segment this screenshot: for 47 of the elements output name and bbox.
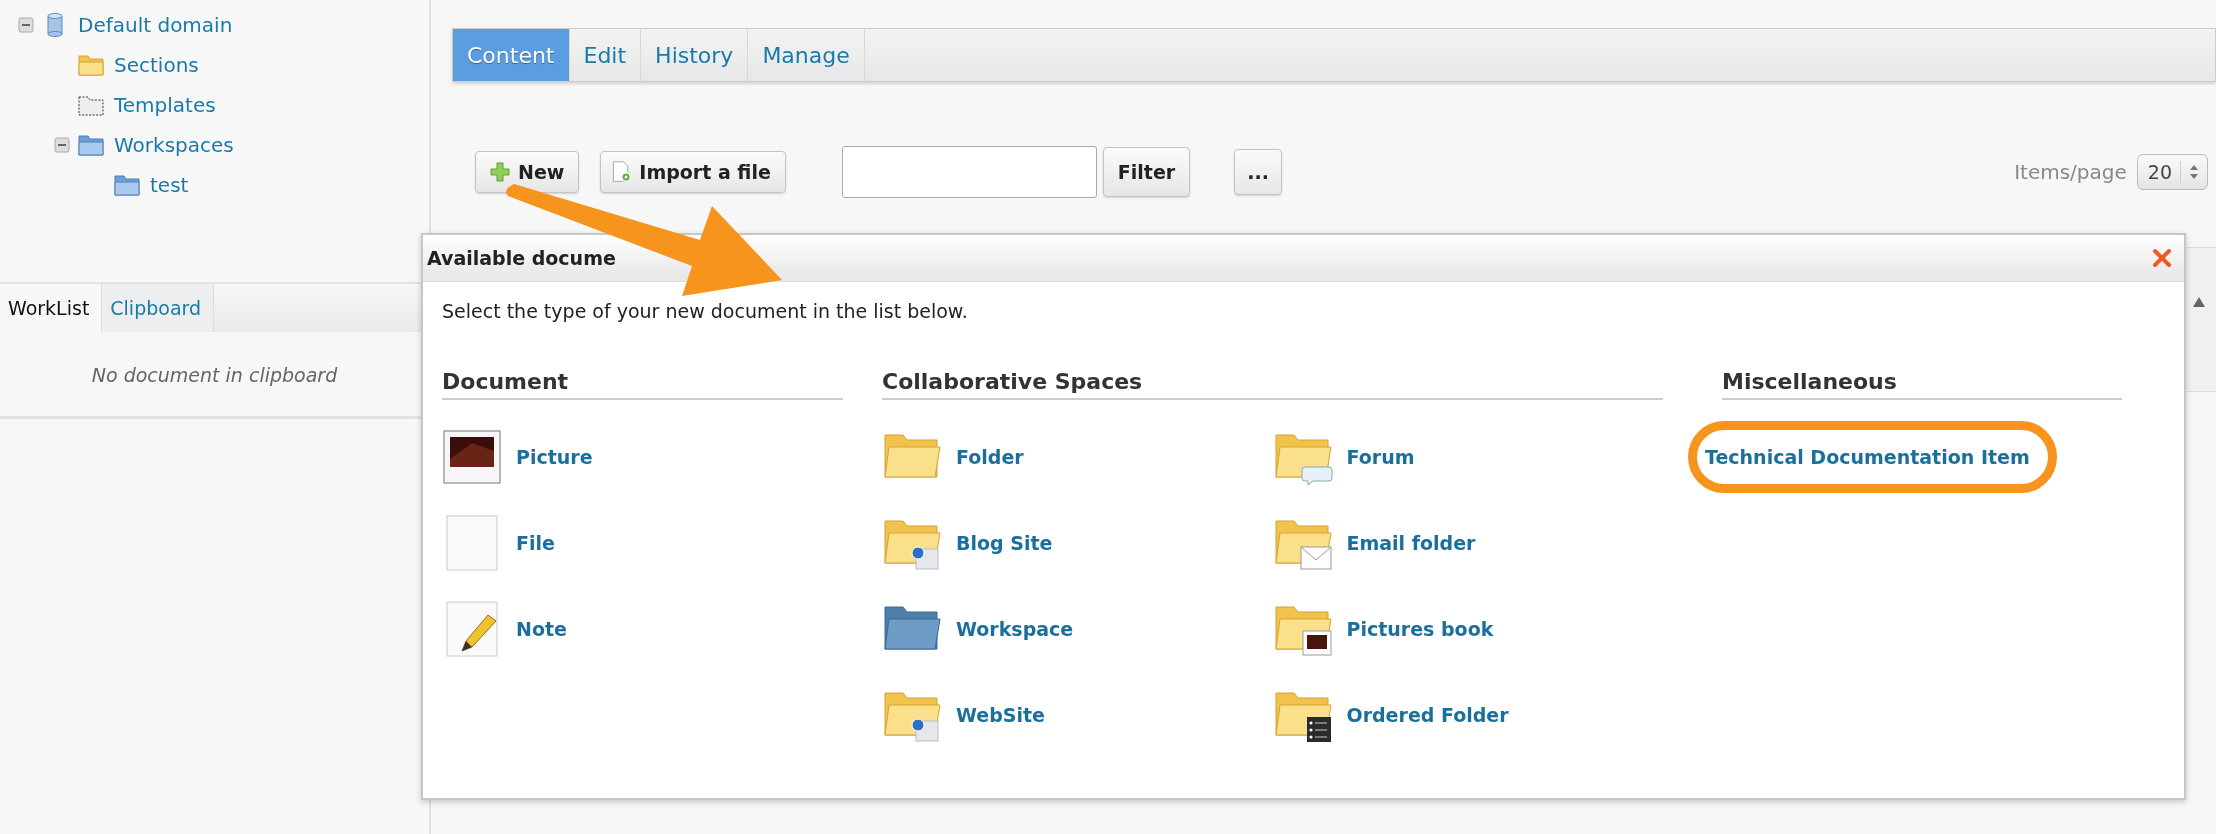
document-type-link[interactable]: Blog Site [956,532,1053,554]
document-type-link[interactable]: File [516,532,555,554]
collapse-icon[interactable] [18,17,34,33]
empty-message: No document in clipboard [90,363,339,388]
group-heading: Document [442,369,843,400]
tree-item[interactable]: Sections [114,53,199,77]
import-button[interactable]: Import a file [600,151,786,193]
document-type-link[interactable]: Note [516,618,567,640]
document-type-link[interactable]: WebSite [956,704,1045,726]
new-button[interactable]: New [475,151,580,193]
spinner-icon [2189,163,2199,181]
document-type-link[interactable]: Folder [956,446,1024,468]
page-add-icon [611,161,632,183]
document-type-link[interactable]: Ordered Folder [1346,704,1509,726]
tab[interactable]: Edit [569,29,642,81]
collapse-icon[interactable] [54,137,70,153]
dialog-title: Available docume [427,247,616,269]
close-icon[interactable] [2152,248,2172,268]
items-per-page-select[interactable]: 20 [2136,154,2208,190]
document-type-link[interactable]: Email folder [1346,532,1476,554]
group-heading: Miscellaneous [1722,369,2122,400]
tree-item[interactable]: test [150,173,189,197]
document-type-link[interactable]: Workspace [956,618,1074,640]
document-type-link[interactable]: Forum [1346,446,1415,468]
group-heading: Collaborative Spaces [882,369,1663,400]
picture-icon [442,429,502,485]
tab[interactable]: History [641,29,749,81]
tree-item[interactable]: Default domain [78,13,233,37]
document-type-link[interactable]: Technical Documentation Item [1705,446,2030,468]
filter-button[interactable]: Filter [1102,147,1191,197]
tab[interactable]: Manage [748,29,865,81]
folder-icon [76,132,106,158]
plus-icon [490,161,510,183]
folder-icon [76,52,106,78]
sort-up-icon[interactable] [2192,296,2206,308]
tree-item[interactable]: Templates [114,93,216,117]
filter-field[interactable] [841,146,1097,198]
folder-icon [112,172,142,198]
tree-item[interactable]: Workspaces [114,133,234,157]
instruction-text: Select the type of your new document in the list below. [442,300,969,322]
panel-tab[interactable]: Clipboard [102,284,215,332]
document-type-link[interactable]: Pictures book [1346,618,1494,640]
document-type-link[interactable]: Picture [516,446,593,468]
more-button[interactable]: ... [1234,149,1282,195]
items-per-page-label: Items/page [2014,160,2127,184]
tab[interactable]: Content [453,29,570,81]
panel-tab[interactable]: WorkList [0,284,103,332]
